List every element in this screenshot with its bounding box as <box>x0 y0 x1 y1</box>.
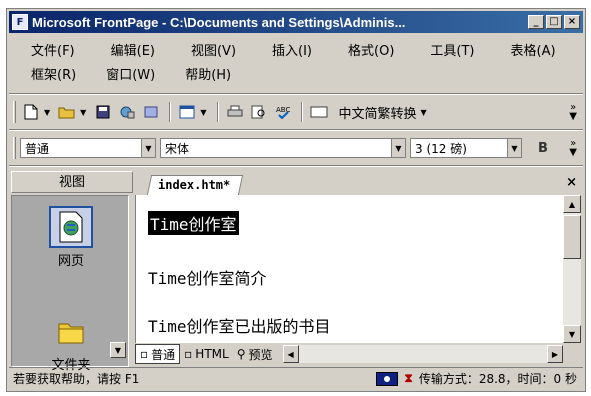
html-view-icon: ▫ <box>184 347 193 361</box>
scroll-up-icon[interactable]: ▲ <box>563 195 581 213</box>
text-line-1[interactable]: Time创作室 <box>148 211 239 235</box>
status-transfer-text: 传输方式：28.8，时间：0 秒 <box>418 372 577 386</box>
menu-format[interactable]: 格式(O) <box>328 40 410 59</box>
menu-bar: 文件(F) 编辑(E) 视图(V) 插入(I) 格式(O) 工具(T) 表格(A… <box>11 37 581 89</box>
minimize-button[interactable]: _ <box>528 15 544 29</box>
format-more-icon[interactable]: » ▼ <box>569 139 577 158</box>
convert-dropdown-icon[interactable]: ▼ <box>420 108 426 117</box>
convert-chinese-button[interactable]: 中文简繁转换 <box>338 103 416 122</box>
menu-file[interactable]: 文件(F) <box>11 40 91 59</box>
format-toolbar-grip[interactable] <box>13 137 16 159</box>
tab-normal[interactable]: ▫ 普通 <box>135 344 181 364</box>
style-dropdown-icon[interactable]: ▼ <box>141 139 155 157</box>
connection-icon <box>376 371 399 386</box>
status-bar: 若要获取帮助，请按 F1 ⧗ 传输方式：28.8，时间：0 秒 <box>9 367 583 389</box>
text-line-3[interactable]: Time创作室已出版的书目 <box>148 313 331 337</box>
menu-insert[interactable]: 插入(I) <box>252 40 328 59</box>
editor-pane: index.htm* × Time创作室 Time创作室简介 Time创作室已出… <box>135 171 581 367</box>
horizontal-scroll-track[interactable] <box>298 345 547 363</box>
title-bar[interactable]: F Microsoft FrontPage - C:\Documents and… <box>9 11 583 33</box>
style-value: 普通 <box>25 141 50 156</box>
window-title: Microsoft FrontPage - C:\Documents and S… <box>32 14 406 30</box>
document-tab[interactable]: index.htm* <box>146 175 244 195</box>
views-dropdown-icon[interactable]: ▼ <box>200 108 206 117</box>
tab-html[interactable]: ▫ HTML <box>180 344 233 364</box>
toolbar-grip[interactable] <box>13 101 16 123</box>
table-icon[interactable] <box>308 101 330 123</box>
scroll-left-icon[interactable]: ◀ <box>282 345 299 363</box>
view-mode-bar: ▫ 普通 ▫ HTML ⚲ 预览 ◀ ▶ <box>135 343 581 365</box>
publish-icon[interactable] <box>116 101 138 123</box>
view-item-folders[interactable]: 文件夹 <box>32 310 110 373</box>
menu-frames[interactable]: 框架(R) <box>11 64 86 83</box>
font-size-value: 3 (12 磅) <box>415 141 467 156</box>
spelling-icon[interactable]: ABC <box>272 101 294 123</box>
font-size-combo[interactable]: 3 (12 磅) ▼ <box>410 138 522 158</box>
formatting-toolbar: 普通 ▼ 宋体 ▼ 3 (12 磅) ▼ B » ▼ <box>11 133 581 163</box>
close-button[interactable]: × <box>564 15 580 29</box>
editing-canvas[interactable]: Time创作室 Time创作室简介 Time创作室已出版的书目 <box>135 195 563 343</box>
status-help-text: 若要获取帮助，请按 F1 <box>13 372 140 386</box>
hourglass-icon: ⧗ <box>404 371 413 385</box>
print-icon[interactable] <box>224 101 246 123</box>
toolbar-more-icon[interactable]: » ▼ <box>569 103 577 122</box>
new-page-icon[interactable] <box>20 101 42 123</box>
normal-view-icon: ▫ <box>140 347 149 361</box>
menu-view[interactable]: 视图(V) <box>171 40 252 59</box>
font-combo[interactable]: 宋体 ▼ <box>160 138 406 158</box>
scroll-right-icon[interactable]: ▶ <box>547 345 563 363</box>
page-icon <box>49 206 93 248</box>
menu-table[interactable]: 表格(A) <box>491 40 572 59</box>
menu-window[interactable]: 窗口(W) <box>86 64 165 83</box>
menu-edit[interactable]: 编辑(E) <box>91 40 171 59</box>
menu-help[interactable]: 帮助(H) <box>165 64 241 83</box>
vertical-scrollbar[interactable]: ▲ ▼ <box>563 195 581 343</box>
new-dropdown-icon[interactable]: ▼ <box>44 108 50 117</box>
close-document-icon[interactable]: × <box>566 175 577 190</box>
print-preview-icon[interactable] <box>248 101 270 123</box>
frontpage-window: F Microsoft FrontPage - C:\Documents and… <box>6 8 586 392</box>
save-icon[interactable] <box>92 101 114 123</box>
style-combo[interactable]: 普通 ▼ <box>20 138 156 158</box>
maximize-button[interactable]: □ <box>546 15 562 29</box>
font-size-dropdown-icon[interactable]: ▼ <box>507 139 521 157</box>
views-scroll-down-icon[interactable]: ▼ <box>110 342 126 358</box>
view-item-page[interactable]: 网页 <box>32 206 110 269</box>
views-panel: 视图 网页 文件夹 ▼ <box>11 171 133 373</box>
folder-list-icon[interactable] <box>140 101 162 123</box>
view-item-page-label: 网页 <box>57 254 84 269</box>
views-header: 视图 <box>11 171 133 193</box>
folder-icon <box>49 310 93 352</box>
views-bar-icon[interactable] <box>176 101 198 123</box>
scroll-thumb[interactable] <box>563 215 581 259</box>
font-value: 宋体 <box>165 141 190 156</box>
font-dropdown-icon[interactable]: ▼ <box>391 139 405 157</box>
bold-button[interactable]: B <box>532 137 554 159</box>
open-dropdown-icon[interactable]: ▼ <box>80 108 86 117</box>
open-folder-icon[interactable] <box>56 101 78 123</box>
preview-magnifier-icon: ⚲ <box>236 347 246 361</box>
menu-separator <box>9 93 583 95</box>
scroll-down-icon[interactable]: ▼ <box>563 325 581 343</box>
tab-preview[interactable]: ⚲ 预览 <box>233 344 277 364</box>
standard-toolbar: ▼ ▼ ▼ ABC 中文简繁转换 ▼ » ▼ <box>11 97 581 127</box>
menu-tools[interactable]: 工具(T) <box>410 40 490 59</box>
frontpage-app-icon[interactable]: F <box>12 14 28 30</box>
text-line-2[interactable]: Time创作室简介 <box>148 265 267 289</box>
document-tab-bar: index.htm* × <box>135 171 581 195</box>
views-list: 网页 文件夹 ▼ <box>11 195 129 373</box>
